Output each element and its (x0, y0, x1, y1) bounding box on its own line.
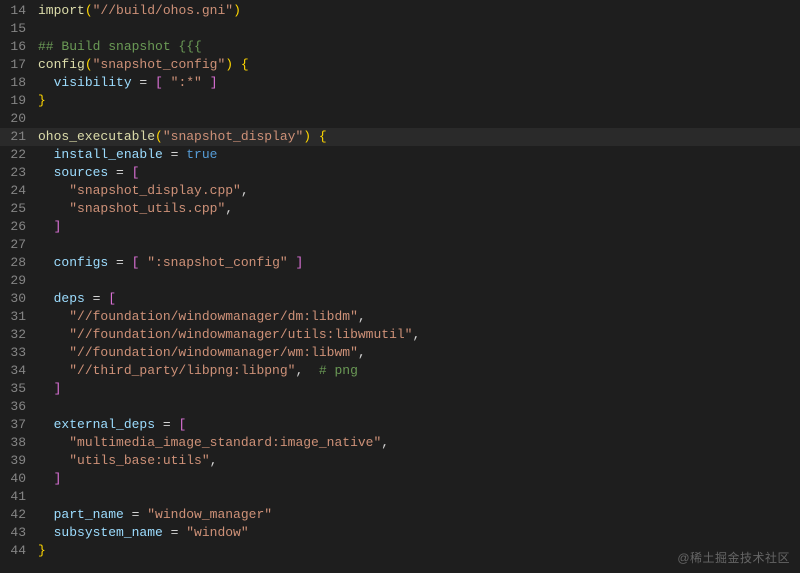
code-editor[interactable]: 14import("//build/ohos.gni")1516## Build… (0, 0, 800, 560)
code-content[interactable]: "utils_base:utils", (38, 452, 800, 470)
line-number: 15 (0, 20, 38, 38)
line-number: 36 (0, 398, 38, 416)
line-number: 22 (0, 146, 38, 164)
line-number: 26 (0, 218, 38, 236)
code-content[interactable]: subsystem_name = "window" (38, 524, 800, 542)
line-number: 27 (0, 236, 38, 254)
code-line[interactable]: 18 visibility = [ ":*" ] (0, 74, 800, 92)
line-number: 29 (0, 272, 38, 290)
watermark-text: @稀土掘金技术社区 (677, 549, 790, 567)
line-number: 19 (0, 92, 38, 110)
code-line[interactable]: 21ohos_executable("snapshot_display") { (0, 128, 800, 146)
code-content[interactable]: sources = [ (38, 164, 800, 182)
line-number: 41 (0, 488, 38, 506)
code-line[interactable]: 22 install_enable = true (0, 146, 800, 164)
code-content[interactable]: "//foundation/windowmanager/utils:libwmu… (38, 326, 800, 344)
line-number: 43 (0, 524, 38, 542)
line-number: 18 (0, 74, 38, 92)
line-number: 44 (0, 542, 38, 560)
line-number: 33 (0, 344, 38, 362)
line-number: 32 (0, 326, 38, 344)
code-content[interactable]: ] (38, 470, 800, 488)
code-content[interactable]: } (38, 92, 800, 110)
code-line[interactable]: 23 sources = [ (0, 164, 800, 182)
code-line[interactable]: 16## Build snapshot {{{ (0, 38, 800, 56)
code-line[interactable]: 26 ] (0, 218, 800, 236)
code-content[interactable]: visibility = [ ":*" ] (38, 74, 800, 92)
code-content[interactable]: import("//build/ohos.gni") (38, 2, 800, 20)
code-content[interactable]: config("snapshot_config") { (38, 56, 800, 74)
line-number: 16 (0, 38, 38, 56)
line-number: 39 (0, 452, 38, 470)
code-line[interactable]: 39 "utils_base:utils", (0, 452, 800, 470)
code-line[interactable]: 24 "snapshot_display.cpp", (0, 182, 800, 200)
line-number: 24 (0, 182, 38, 200)
code-content[interactable]: "snapshot_display.cpp", (38, 182, 800, 200)
code-line[interactable]: 15 (0, 20, 800, 38)
code-line[interactable]: 20 (0, 110, 800, 128)
line-number: 38 (0, 434, 38, 452)
line-number: 20 (0, 110, 38, 128)
line-number: 17 (0, 56, 38, 74)
line-number: 21 (0, 128, 38, 146)
code-content[interactable]: ] (38, 380, 800, 398)
code-line[interactable]: 36 (0, 398, 800, 416)
line-number: 25 (0, 200, 38, 218)
line-number: 40 (0, 470, 38, 488)
code-line[interactable]: 30 deps = [ (0, 290, 800, 308)
code-content[interactable]: "//foundation/windowmanager/wm:libwm", (38, 344, 800, 362)
code-content[interactable]: "//third_party/libpng:libpng", # png (38, 362, 800, 380)
line-number: 30 (0, 290, 38, 308)
line-number: 35 (0, 380, 38, 398)
line-number: 23 (0, 164, 38, 182)
line-number: 34 (0, 362, 38, 380)
code-line[interactable]: 31 "//foundation/windowmanager/dm:libdm"… (0, 308, 800, 326)
code-line[interactable]: 34 "//third_party/libpng:libpng", # png (0, 362, 800, 380)
code-line[interactable]: 32 "//foundation/windowmanager/utils:lib… (0, 326, 800, 344)
code-content[interactable]: part_name = "window_manager" (38, 506, 800, 524)
code-line[interactable]: 43 subsystem_name = "window" (0, 524, 800, 542)
code-line[interactable]: 17config("snapshot_config") { (0, 56, 800, 74)
code-line[interactable]: 14import("//build/ohos.gni") (0, 2, 800, 20)
code-content[interactable]: ## Build snapshot {{{ (38, 38, 800, 56)
code-line[interactable]: 25 "snapshot_utils.cpp", (0, 200, 800, 218)
code-content[interactable]: "snapshot_utils.cpp", (38, 200, 800, 218)
code-line[interactable]: 27 (0, 236, 800, 254)
code-content[interactable]: ohos_executable("snapshot_display") { (38, 128, 800, 146)
code-line[interactable]: 42 part_name = "window_manager" (0, 506, 800, 524)
code-content[interactable]: configs = [ ":snapshot_config" ] (38, 254, 800, 272)
code-content[interactable]: external_deps = [ (38, 416, 800, 434)
code-line[interactable]: 37 external_deps = [ (0, 416, 800, 434)
code-line[interactable]: 19} (0, 92, 800, 110)
code-line[interactable]: 33 "//foundation/windowmanager/wm:libwm"… (0, 344, 800, 362)
code-content[interactable]: "multimedia_image_standard:image_native"… (38, 434, 800, 452)
code-content[interactable]: "//foundation/windowmanager/dm:libdm", (38, 308, 800, 326)
code-line[interactable]: 29 (0, 272, 800, 290)
code-content[interactable]: deps = [ (38, 290, 800, 308)
code-line[interactable]: 41 (0, 488, 800, 506)
line-number: 14 (0, 2, 38, 20)
code-content[interactable]: ] (38, 218, 800, 236)
line-number: 28 (0, 254, 38, 272)
line-number: 31 (0, 308, 38, 326)
code-line[interactable]: 35 ] (0, 380, 800, 398)
line-number: 37 (0, 416, 38, 434)
code-line[interactable]: 40 ] (0, 470, 800, 488)
code-line[interactable]: 28 configs = [ ":snapshot_config" ] (0, 254, 800, 272)
code-content[interactable]: install_enable = true (38, 146, 800, 164)
code-line[interactable]: 38 "multimedia_image_standard:image_nati… (0, 434, 800, 452)
line-number: 42 (0, 506, 38, 524)
